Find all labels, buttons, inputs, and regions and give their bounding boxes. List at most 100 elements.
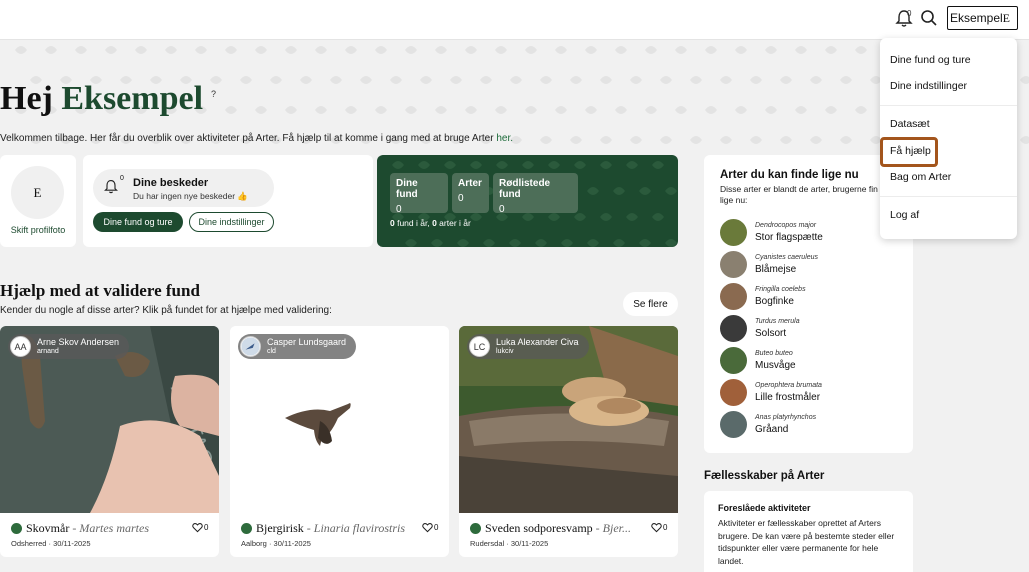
species-thumbnail [720,379,747,406]
find-user-name: Casper Lundsgaard [267,337,347,347]
species-latin: Dendrocopos major [755,222,817,229]
find-place: Odsherred [11,539,47,548]
finds-this-year-label: fund i år, [394,218,433,228]
greeting-hello: Hej [0,80,53,117]
messages-pill[interactable]: 0 Dine beskeder Du har ingen nye beskede… [93,169,274,207]
bell-icon [104,180,118,194]
find-species-danish: Bjergirisk [256,521,304,535]
find-user-pill[interactable]: Casper Lundsgaard cld [238,334,357,359]
stat-my-finds[interactable]: Dine fund 0 [390,173,448,215]
stat-redlisted[interactable]: Rødlistede fund 0 [493,173,578,215]
my-settings-button[interactable]: Dine indstillinger [189,212,274,232]
species-group-icon [470,523,481,534]
species-thumbnail [720,251,747,278]
species-thumbnail [720,283,747,310]
species-this-year-label: arter i år [436,218,471,228]
stat-label: Rødlistede fund [499,178,551,200]
find-user-pill[interactable]: LC Luka Alexander Civa lukciv [467,334,589,359]
top-bar: 0 Eksempel E [0,0,1029,40]
species-group-icon [11,523,22,534]
species-latin: Cyanistes caeruleus [755,254,819,261]
species-danish: Blåmejse [755,264,797,275]
find-place: Rudersdal [470,539,505,548]
see-more-button[interactable]: Se flere [623,292,678,316]
welcome-message: Velkommen tilbage. Her får du overblik o… [0,133,494,144]
species-now-title: Arter du kan finde lige nu [720,169,859,181]
stat-value: 0 [458,193,464,204]
menu-item-my-finds[interactable]: Dine fund og ture [890,54,971,66]
communities-title: Fællesskaber på Arter [704,470,825,482]
find-date: 30/11-2025 [273,539,311,548]
notification-count: 0 [907,9,912,18]
suggested-activities-card[interactable]: Foreslåede aktiviteter Aktiviteter er fæ… [704,491,913,572]
help-mark[interactable]: ? [211,89,216,99]
menu-item-get-help[interactable]: Få hjælp [890,145,931,157]
my-finds-button[interactable]: Dine fund og ture [93,212,183,232]
user-menu-button[interactable]: Eksempel E [947,6,1018,30]
change-photo-link[interactable]: Skift profilfoto [0,225,76,235]
species-latin: Anas platyrhynchos [755,414,817,421]
user-menu-label: Eksempel [950,11,1003,25]
species-latin: Fringilla coelebs [755,286,806,293]
find-meta: Rudersdal · 30/11-2025 [470,539,549,548]
species-thumbnail [720,347,747,374]
species-danish: Musvåge [755,360,796,371]
find-species: Bjergirisk - Linaria flavirostris [256,521,406,535]
user-avatar-icon [240,336,261,357]
avatar[interactable]: E [11,166,64,219]
stat-value: 0 [396,204,402,215]
find-species-danish: Sveden sodporesvamp [485,521,593,535]
species-latin: Buteo buteo [755,350,793,357]
find-card[interactable]: HAVTAG AA Arne Skov Andersen arnand Skov… [0,326,219,557]
species-danish: Solsort [755,328,787,339]
find-species-latin: Linaria flavirostris [313,521,406,535]
like-count: 0 [434,523,439,532]
stat-label: Dine fund [396,178,418,200]
find-date: 30/11-2025 [53,539,91,548]
species-latin: Turdus merula [755,318,800,325]
welcome-help-link[interactable]: her. [496,133,513,144]
user-dropdown-menu: Dine fund og ture Dine indstillinger Dat… [880,38,1017,239]
menu-item-my-settings[interactable]: Dine indstillinger [890,80,967,92]
suggested-activities-text: Aktiviteter er fællesskaber oprettet af … [718,518,895,566]
stat-label: Arter [458,178,482,189]
welcome-text: Velkommen tilbage. Her får du overblik o… [0,133,513,144]
menu-divider [880,105,1017,106]
search-icon[interactable] [920,9,938,27]
find-user-name: Arne Skov Andersen [37,337,120,347]
find-species: Skovmår - Martes martes [26,521,150,535]
find-user-initials: AA [10,336,31,357]
menu-item-about[interactable]: Bag om Arter [890,171,951,183]
species-thumbnail [720,411,747,438]
stat-species[interactable]: Arter 0 [452,173,489,213]
species-latin: Operophtera brumata [755,382,822,389]
find-card[interactable]: Casper Lundsgaard cld Bjergirisk - Linar… [230,326,449,557]
messages-subtitle: Du har ingen nye beskeder 👍 [133,191,249,201]
find-card[interactable]: LC Luka Alexander Civa lukciv Sveden sod… [459,326,678,557]
species-thumbnail [720,219,747,246]
heart-icon[interactable] [192,522,203,533]
menu-item-datasets[interactable]: Datasæt [890,118,930,130]
messages-count: 0 [120,175,124,182]
like-count: 0 [663,523,668,532]
stats-card: Dine fund 0 Arter 0 Rødlistede fund 0 0 … [377,155,678,247]
find-meta: Odsherred · 30/11-2025 [11,539,91,548]
find-species: Sveden sodporesvamp - Bjer... [485,521,631,535]
heart-icon[interactable] [422,522,433,533]
menu-item-logout[interactable]: Log af [890,209,919,221]
species-danish: Lille frostmåler [755,392,821,403]
find-user-pill[interactable]: AA Arne Skov Andersen arnand [8,334,130,359]
stats-footer: 0 fund i år, 0 arter i år [390,218,471,228]
suggested-activities-title: Foreslåede aktiviteter [718,503,811,513]
species-danish: Stor flagspætte [755,232,823,243]
species-danish: Gråand [755,424,789,435]
user-menu-initial: E [1002,11,1010,25]
messages-card: 0 Dine beskeder Du har ingen nye beskede… [83,155,373,247]
find-username: cld [267,348,276,355]
find-username: lukciv [496,348,514,355]
find-user-name: Luka Alexander Civa [496,337,579,347]
heart-icon[interactable] [651,522,662,533]
find-username: arnand [37,348,59,355]
find-place: Aalborg [241,539,267,548]
species-danish: Bogfinke [755,296,794,307]
